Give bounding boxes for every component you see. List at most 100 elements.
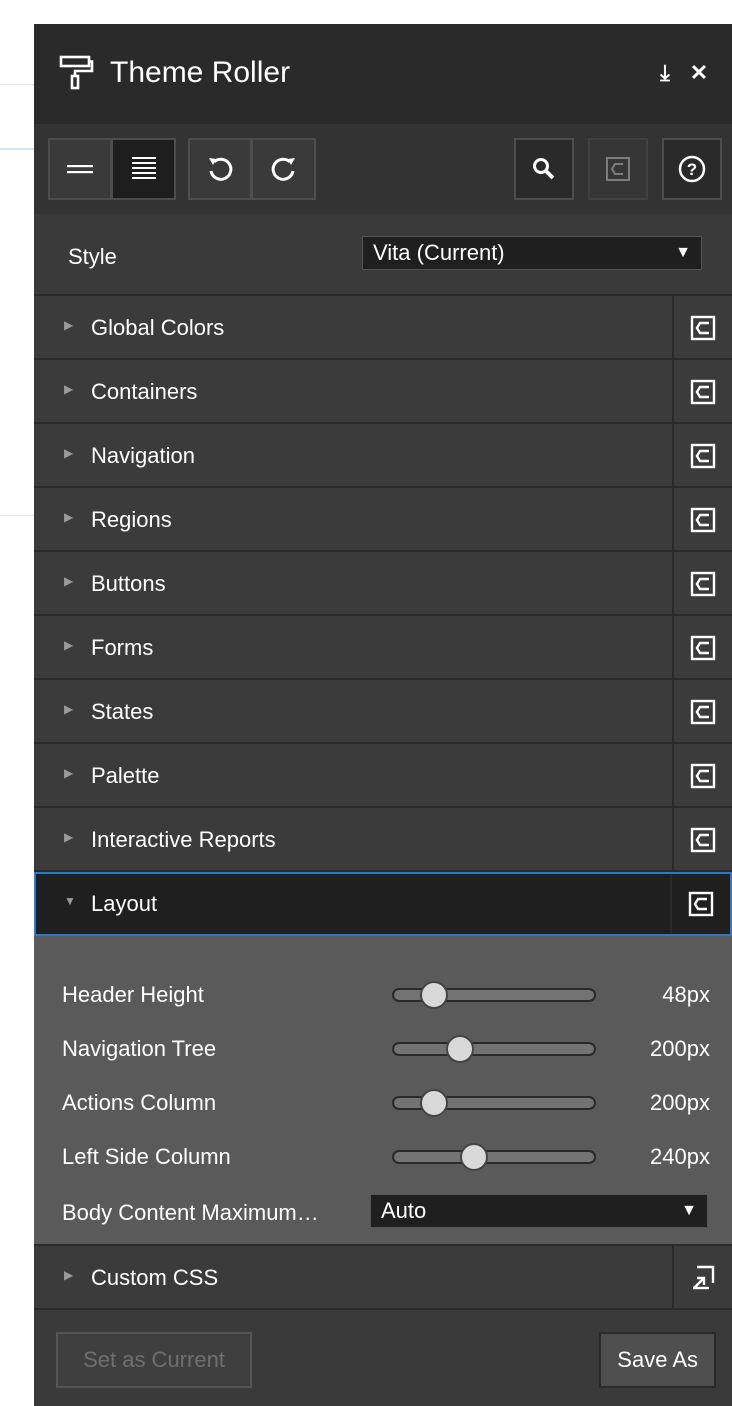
section-label: Regions: [91, 507, 172, 532]
section-reset-button[interactable]: [672, 680, 732, 744]
slider-label: Navigation Tree: [62, 1036, 217, 1061]
slider-knob[interactable]: [420, 981, 448, 1009]
section-label: Custom CSS: [91, 1265, 219, 1290]
slider-track[interactable]: [392, 1035, 596, 1063]
section-layout[interactable]: ▼ Layout: [34, 872, 732, 936]
chevron-right-icon: ▶: [64, 382, 74, 396]
search-button[interactable]: [514, 138, 574, 200]
section-palette[interactable]: ▶ Palette: [34, 744, 732, 808]
reset-icon: [690, 827, 716, 853]
section-custom-css[interactable]: ▶ Custom CSS: [34, 1246, 732, 1310]
section-reset-button[interactable]: [670, 874, 730, 934]
section-containers[interactable]: ▶ Containers: [34, 360, 732, 424]
style-select-value: Vita (Current): [373, 240, 505, 265]
redo-button[interactable]: [252, 138, 316, 200]
help-button[interactable]: ?: [662, 138, 722, 200]
reset-all-button[interactable]: [588, 138, 648, 200]
undo-icon: [209, 157, 233, 181]
save-as-button[interactable]: Save As: [599, 1332, 716, 1388]
slider-knob[interactable]: [420, 1089, 448, 1117]
undo-button[interactable]: [188, 138, 252, 200]
theme-roller-panel: Theme Roller ⤓ ✕ ? Style Vita (Current) …: [34, 24, 732, 1406]
reset-icon: [688, 891, 714, 917]
body-content-max-value: Auto: [381, 1198, 427, 1223]
chevron-right-icon: ▶: [64, 510, 74, 524]
section-interactive-reports[interactable]: ▶ Interactive Reports: [34, 808, 732, 872]
close-icon[interactable]: ✕: [688, 60, 710, 86]
slider-track[interactable]: [392, 1143, 596, 1171]
panel-title: Theme Roller: [110, 56, 291, 89]
section-reset-button[interactable]: [672, 424, 732, 488]
slider-value: 240px: [650, 1144, 710, 1169]
section-buttons[interactable]: ▶ Buttons: [34, 552, 732, 616]
layout-section-body: Header Height 48px Navigation Tree 200px…: [34, 936, 732, 1246]
reset-icon: [690, 763, 716, 789]
history-group: [188, 138, 316, 200]
svg-text:?: ?: [687, 160, 697, 179]
theme-roller-titlebar[interactable]: Theme Roller ⤓ ✕: [34, 24, 732, 124]
section-label: Interactive Reports: [91, 827, 276, 852]
section-reset-button[interactable]: [672, 360, 732, 424]
search-icon: [533, 158, 555, 180]
slider-value: 200px: [650, 1036, 710, 1061]
chevron-right-icon: ▶: [64, 702, 74, 716]
reset-icon: [690, 699, 716, 725]
section-reset-button[interactable]: [672, 488, 732, 552]
chevron-right-icon: ▶: [64, 446, 74, 460]
download-icon[interactable]: ⤓: [654, 60, 676, 86]
slider-knob[interactable]: [446, 1035, 474, 1063]
open-editor-button[interactable]: [672, 1246, 732, 1310]
section-regions[interactable]: ▶ Regions: [34, 488, 732, 552]
simple-view-button[interactable]: [48, 138, 112, 200]
body-content-max-label: Body Content Maximum…: [62, 1200, 319, 1225]
style-select[interactable]: Vita (Current) ▼: [362, 236, 702, 270]
section-reset-button[interactable]: [672, 744, 732, 808]
section-label: Global Colors: [91, 315, 225, 340]
style-label: Style: [68, 244, 117, 269]
chevron-right-icon: ▶: [64, 574, 74, 588]
reset-icon: [690, 379, 716, 405]
slider-row-navigation-tree: Navigation Tree 200px: [34, 1028, 732, 1068]
panel-footer: Set as Current Save As: [34, 1310, 732, 1406]
redo-icon: [271, 157, 295, 181]
section-reset-button[interactable]: [672, 808, 732, 872]
chevron-right-icon: ▶: [64, 1268, 74, 1282]
section-reset-button[interactable]: [672, 296, 732, 360]
reset-icon: [690, 443, 716, 469]
set-as-current-button[interactable]: Set as Current: [56, 1332, 252, 1388]
section-label: Forms: [91, 635, 154, 660]
reset-icon: [690, 635, 716, 661]
chevron-right-icon: ▶: [64, 830, 74, 844]
detail-view-icon: [131, 157, 156, 179]
section-global-colors[interactable]: ▶ Global Colors: [34, 296, 732, 360]
slider-row-left-side-column: Left Side Column 240px: [34, 1136, 732, 1176]
chevron-down-icon: ▼: [675, 244, 691, 261]
section-forms[interactable]: ▶ Forms: [34, 616, 732, 680]
style-row: Style Vita (Current) ▼: [34, 214, 732, 296]
section-reset-button[interactable]: [672, 616, 732, 680]
reset-icon: [690, 507, 716, 533]
open-external-icon: [693, 1265, 715, 1290]
section-label: Palette: [91, 763, 160, 788]
chevron-right-icon: ▶: [64, 766, 74, 780]
body-content-max-select[interactable]: Auto ▼: [370, 1194, 708, 1228]
slider-row-header-height: Header Height 48px: [34, 974, 732, 1014]
chevron-right-icon: ▶: [64, 318, 74, 332]
help-icon: ?: [678, 155, 706, 183]
chevron-down-icon: ▼: [64, 894, 76, 908]
slider-knob[interactable]: [460, 1143, 488, 1171]
section-reset-button[interactable]: [672, 552, 732, 616]
slider-track[interactable]: [392, 1089, 596, 1117]
section-label: States: [91, 699, 154, 724]
section-label: Containers: [91, 379, 198, 404]
section-navigation[interactable]: ▶ Navigation: [34, 424, 732, 488]
section-states[interactable]: ▶ States: [34, 680, 732, 744]
reset-icon: [690, 571, 716, 597]
chevron-down-icon: ▼: [681, 1202, 697, 1219]
section-label: Navigation: [91, 443, 195, 468]
detail-view-button[interactable]: [112, 138, 176, 200]
slider-track[interactable]: [392, 981, 596, 1009]
body-content-max-row: Body Content Maximum… Auto ▼: [34, 1192, 732, 1232]
view-toggle-group: [48, 138, 176, 200]
chevron-right-icon: ▶: [64, 638, 74, 652]
